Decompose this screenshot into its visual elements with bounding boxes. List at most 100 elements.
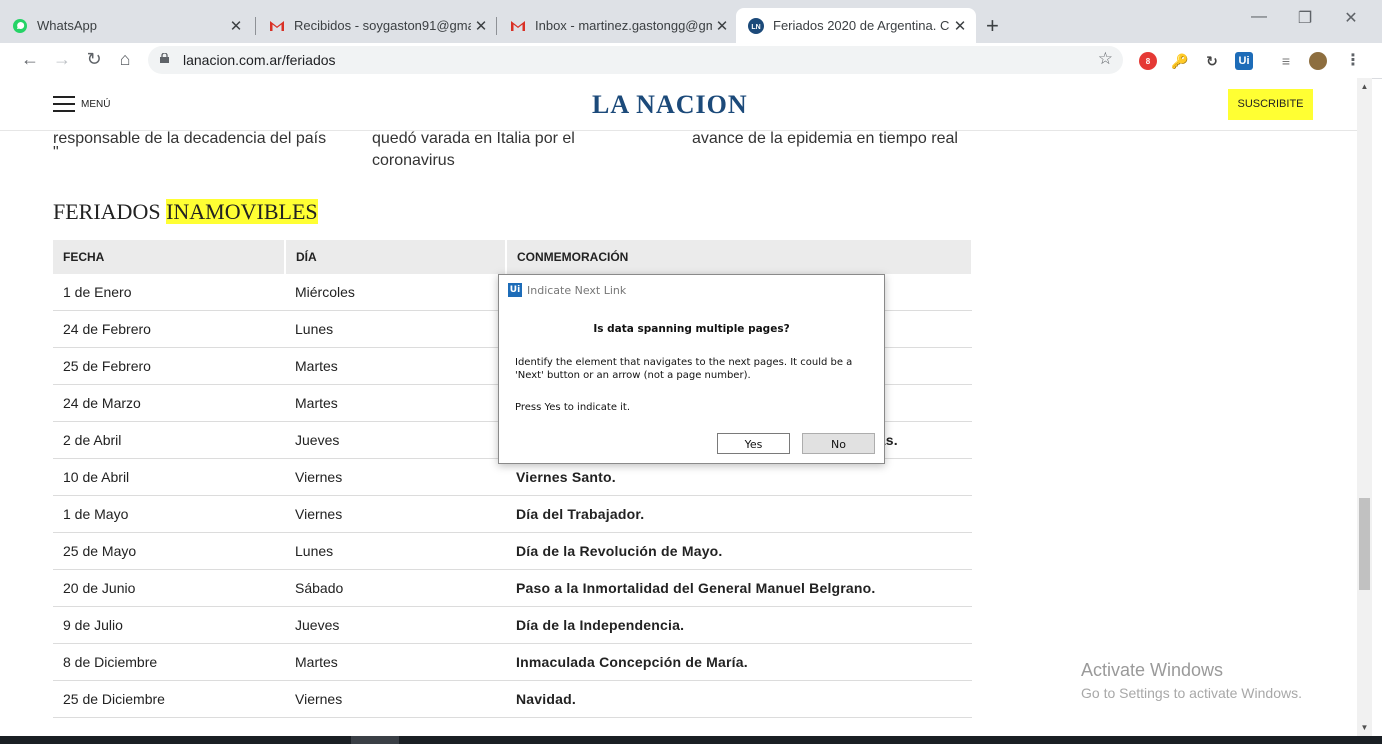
lock-icon bbox=[160, 53, 169, 63]
column-header-fecha: FECHA bbox=[53, 240, 286, 274]
no-button[interactable]: No bbox=[802, 433, 875, 454]
related-line: quedó varada en Italia por el bbox=[372, 131, 575, 147]
uipath-extension-icon[interactable]: Ui bbox=[1235, 52, 1253, 70]
sync-extension-icon[interactable]: ↻ bbox=[1203, 52, 1221, 70]
avatar[interactable] bbox=[1309, 52, 1327, 70]
browser-toolbar: ← → ↻ ⌂ lanacion.com.ar/feriados ☆ 8 🔑 ↻… bbox=[0, 43, 1382, 79]
table-header-row: FECHA DÍA CONMEMORACIÓN bbox=[53, 240, 973, 274]
cell-dia: Viernes bbox=[285, 680, 506, 718]
restore-icon[interactable]: ❐ bbox=[1282, 8, 1328, 28]
scrollbar-thumb[interactable] bbox=[1359, 498, 1370, 590]
related-link-2[interactable]: quedó varada en Italia por el coronaviru… bbox=[372, 131, 662, 172]
cell-dia: Miércoles bbox=[285, 274, 506, 311]
cell-dia: Jueves bbox=[285, 606, 506, 644]
related-line: coronavirus bbox=[372, 152, 455, 169]
extension-badge: 8 bbox=[1145, 57, 1151, 66]
activate-windows-subtitle: Go to Settings to activate Windows. bbox=[1081, 685, 1302, 701]
bookmark-star-icon[interactable]: ☆ bbox=[1098, 49, 1113, 69]
tab-gmail-recibidos[interactable]: Recibidos - soygaston91@gmail. ✕ bbox=[257, 8, 497, 43]
kebab-menu-icon[interactable]: ⋮ bbox=[1344, 52, 1362, 70]
cell-conmemoracion: Navidad. bbox=[506, 680, 972, 718]
section-title-highlight: INAMOVIBLES bbox=[166, 199, 318, 224]
cell-fecha: 24 de Marzo bbox=[53, 384, 285, 422]
cell-dia: Sábado bbox=[285, 569, 506, 607]
scroll-up-icon[interactable]: ▲ bbox=[1357, 82, 1372, 91]
close-icon[interactable]: ✕ bbox=[226, 17, 246, 35]
tab-title: Feriados 2020 de Argentina. Cale bbox=[773, 18, 950, 33]
cell-dia: Viernes bbox=[285, 495, 506, 533]
scroll-down-icon[interactable]: ▼ bbox=[1357, 723, 1372, 732]
close-icon[interactable]: ✕ bbox=[950, 17, 970, 35]
cell-conmemoracion: Día del Trabajador. bbox=[506, 495, 972, 533]
cell-conmemoracion: Inmaculada Concepción de María. bbox=[506, 643, 972, 681]
cell-fecha: 20 de Junio bbox=[53, 569, 285, 607]
tab-whatsapp[interactable]: WhatsApp ✕ bbox=[0, 8, 252, 43]
whatsapp-icon bbox=[13, 18, 27, 33]
dialog-titlebar: Ui Indicate Next Link bbox=[508, 283, 626, 297]
cell-dia: Jueves bbox=[285, 421, 506, 459]
svg-text:LN: LN bbox=[751, 24, 760, 31]
url-text: lanacion.com.ar/feriados bbox=[183, 52, 336, 68]
lanacion-icon: LN bbox=[748, 17, 764, 34]
vertical-scrollbar[interactable]: ▲ ▼ bbox=[1357, 78, 1372, 736]
cell-fecha: 25 de Diciembre bbox=[53, 680, 285, 718]
cell-conmemoracion: Paso a la Inmortalidad del General Manue… bbox=[506, 569, 972, 607]
cell-fecha: 24 de Febrero bbox=[53, 310, 285, 348]
dialog-title: Indicate Next Link bbox=[527, 283, 627, 297]
subscribe-button[interactable]: SUSCRIBITE bbox=[1228, 89, 1313, 120]
related-link-1[interactable]: responsable de la decadencia del país " bbox=[53, 131, 353, 164]
uipath-icon: Ui bbox=[508, 283, 522, 297]
menu-button[interactable]: MENÚ bbox=[53, 96, 110, 112]
table-row: 25 de Diciembre Viernes Navidad. bbox=[53, 680, 972, 718]
cell-conmemoracion: Día de la Revolución de Mayo. bbox=[506, 532, 972, 570]
cell-conmemoracion: Viernes Santo. bbox=[506, 458, 972, 496]
address-bar[interactable]: lanacion.com.ar/feriados ☆ bbox=[148, 46, 1123, 74]
uipath-label: Ui bbox=[1238, 55, 1250, 67]
close-icon[interactable]: ✕ bbox=[712, 17, 732, 35]
site-logo[interactable]: LA NACION bbox=[592, 90, 748, 120]
table-row: 9 de Julio Jueves Día de la Independencia. bbox=[53, 606, 972, 644]
tab-title: Inbox - martinez.gastongg@gma bbox=[535, 18, 712, 33]
column-header-dia: DÍA bbox=[285, 240, 507, 274]
related-line: avance de la epidemia en tiempo real bbox=[692, 131, 958, 147]
section-title: FERIADOS INAMOVIBLES bbox=[53, 199, 318, 225]
menu-label: MENÚ bbox=[81, 98, 111, 110]
gmail-icon bbox=[511, 20, 525, 31]
home-icon[interactable]: ⌂ bbox=[113, 49, 137, 70]
close-window-icon[interactable]: ✕ bbox=[1328, 8, 1374, 28]
minimize-icon[interactable]: — bbox=[1236, 8, 1282, 26]
dialog-body: Identify the element that navigates to t… bbox=[515, 357, 853, 381]
yes-button[interactable]: Yes bbox=[717, 433, 790, 454]
back-icon[interactable]: ← bbox=[18, 49, 42, 70]
close-icon[interactable]: ✕ bbox=[471, 17, 491, 35]
activate-windows-title: Activate Windows bbox=[1081, 660, 1224, 680]
cell-dia: Lunes bbox=[285, 532, 506, 570]
cell-dia: Lunes bbox=[285, 310, 506, 348]
gmail-icon bbox=[270, 20, 284, 31]
taskbar-item[interactable] bbox=[351, 736, 399, 744]
cell-dia: Viernes bbox=[285, 458, 506, 496]
tab-strip: WhatsApp ✕ Recibidos - soygaston91@gmail… bbox=[0, 0, 1382, 43]
opera-extension-icon[interactable]: 8 bbox=[1139, 52, 1157, 70]
cell-fecha: 25 de Febrero bbox=[53, 347, 285, 385]
reload-icon[interactable]: ↻ bbox=[82, 49, 106, 70]
related-link-3[interactable]: avance de la epidemia en tiempo real bbox=[692, 131, 982, 150]
tab-title: WhatsApp bbox=[37, 18, 97, 33]
table-row: 8 de Diciembre Martes Inmaculada Concepció… bbox=[53, 643, 972, 681]
related-line: responsable de la decadencia del país bbox=[53, 131, 327, 147]
tab-feriados[interactable]: LN Feriados 2020 de Argentina. Cale ✕ bbox=[736, 8, 976, 43]
section-title-plain: FERIADOS bbox=[53, 199, 167, 224]
new-tab-icon[interactable]: + bbox=[986, 13, 999, 39]
cell-fecha: 1 de Enero bbox=[53, 274, 285, 311]
tab-gmail-inbox[interactable]: Inbox - martinez.gastongg@gma ✕ bbox=[498, 8, 738, 43]
windows-taskbar bbox=[0, 736, 1382, 744]
forward-icon[interactable]: → bbox=[50, 49, 74, 70]
column-header-conmemoracion: CONMEMORACIÓN bbox=[506, 240, 973, 274]
reading-list-icon[interactable]: ≡ bbox=[1277, 52, 1295, 70]
cell-dia: Martes bbox=[285, 643, 506, 681]
key-extension-icon[interactable]: 🔑 bbox=[1171, 52, 1189, 70]
cell-dia: Martes bbox=[285, 384, 506, 422]
cell-fecha: 9 de Julio bbox=[53, 606, 285, 644]
cell-fecha: 2 de Abril bbox=[53, 421, 285, 459]
cell-fecha: 1 de Mayo bbox=[53, 495, 285, 533]
